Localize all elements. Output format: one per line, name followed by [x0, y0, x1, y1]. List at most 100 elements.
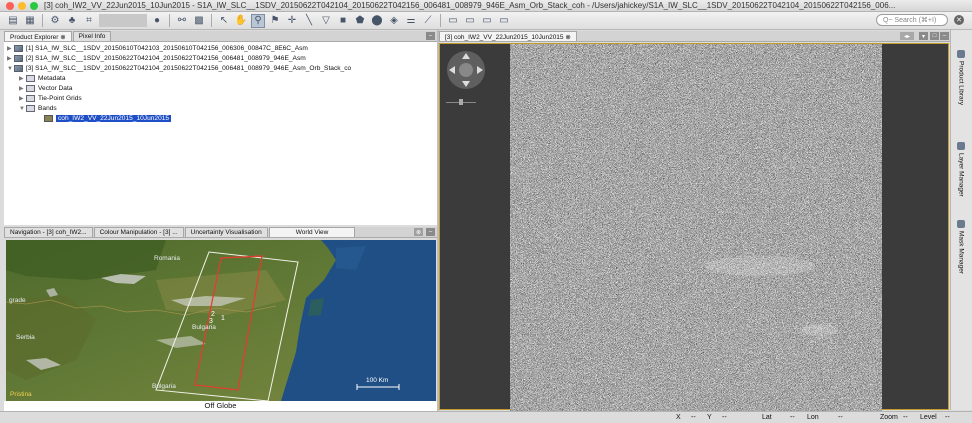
tree-node-label: Metadata — [38, 75, 66, 82]
product-icon — [14, 65, 23, 72]
footprint-label: 2 — [211, 311, 215, 318]
window-titlebar: [3] coh_IW2_VV_22Jun2015_10Jun2015 - S1A… — [0, 0, 972, 12]
gcp-tool-icon[interactable]: ✛ — [285, 14, 299, 28]
tab-layer-manager[interactable]: Layer Manager — [957, 142, 965, 197]
expand-arrow-icon[interactable]: ▶ — [7, 45, 14, 52]
window-list-icon[interactable]: ▾ — [919, 32, 928, 40]
product-item[interactable]: ▼ [3] S1A_IW_SLC__1SDV_20150622T042104_2… — [7, 64, 351, 73]
toolbar-separator — [169, 14, 170, 27]
window-controls — [6, 1, 38, 10]
product-icon — [14, 45, 23, 52]
toolbar-separator — [42, 14, 43, 27]
sync-views-icon[interactable]: ▭ — [463, 14, 477, 28]
polygon-draw-icon[interactable]: ⬟ — [353, 14, 367, 28]
product-icon — [14, 55, 23, 62]
tree-node[interactable]: ▼ Bands — [19, 104, 57, 113]
close-window-button[interactable] — [6, 1, 14, 10]
tree-node-label: Bands — [38, 105, 57, 112]
range-finder-icon[interactable]: ⚌ — [404, 14, 418, 28]
tab-close-icon[interactable]: ⊗ — [414, 228, 423, 236]
pan-rotate-icon[interactable] — [446, 50, 486, 90]
sync-cursor-icon[interactable]: ▭ — [446, 14, 460, 28]
batch-processing-icon[interactable]: ▩ — [192, 14, 206, 28]
tree-node[interactable]: ▶ Metadata — [19, 74, 66, 83]
folder-icon — [26, 75, 35, 82]
tree-node[interactable]: ▶ Vector Data — [19, 84, 72, 93]
folder-icon — [26, 85, 35, 92]
footprint-label: 1 — [221, 315, 225, 322]
folder-icon — [26, 95, 35, 102]
filter-icon[interactable]: ♣ — [65, 14, 79, 28]
clear-search-icon[interactable]: ✕ — [954, 15, 964, 25]
globe-caption: Off Globe — [4, 401, 437, 411]
tile-windows-icon[interactable]: ▭ — [480, 14, 494, 28]
tab-pixel-info[interactable]: Pixel Info — [72, 31, 112, 41]
magic-wand-icon[interactable]: ◈ — [387, 14, 401, 28]
status-lat-value: -- — [790, 414, 795, 421]
expand-arrow-icon[interactable]: ▶ — [19, 75, 26, 82]
globe-icon[interactable]: ● — [150, 14, 164, 28]
zoom-tool-icon[interactable]: ⚲ — [251, 13, 265, 28]
zoom-slider[interactable] — [446, 99, 476, 105]
status-lat-label: Lat — [762, 414, 772, 421]
folder-icon — [26, 105, 35, 112]
tab-world-view[interactable]: World View — [268, 227, 356, 237]
tab-product-library[interactable]: Product Library — [957, 50, 965, 105]
product-label: [3] S1A_IW_SLC__1SDV_20150622T042104_201… — [26, 65, 352, 72]
pan-tool-icon[interactable]: ✋ — [234, 14, 248, 28]
expand-arrow-icon[interactable]: ▶ — [19, 95, 26, 102]
graph-builder-icon[interactable]: ⚯ — [175, 14, 189, 28]
image-view[interactable] — [439, 43, 949, 411]
open-product-icon[interactable]: ▤ — [6, 14, 20, 28]
navigation-control[interactable] — [446, 50, 486, 90]
panel-minimize-icon[interactable]: – — [426, 32, 435, 40]
band-icon — [44, 115, 53, 122]
status-zoom-value: -- — [903, 414, 908, 421]
ellipse-draw-icon[interactable]: ⬤ — [370, 14, 384, 28]
brush-icon[interactable]: ⟋ — [421, 14, 435, 28]
pin-tool-icon[interactable]: ⚑ — [268, 14, 282, 28]
search-input[interactable]: Q~ Search (⌘+I) — [876, 14, 948, 26]
rectangle-draw-icon[interactable]: ■ — [336, 14, 350, 28]
product-item[interactable]: ▶ [2] S1A_IW_SLC__1SDV_20150622T042104_2… — [7, 54, 306, 63]
prev-window-icon[interactable]: ◂▸ — [900, 32, 914, 40]
map-label-serbia: Serbia — [16, 334, 35, 341]
panel-minimize-icon[interactable]: – — [426, 228, 435, 236]
collapse-arrow-icon[interactable]: ▼ — [7, 66, 14, 72]
band-maths-icon[interactable]: ⚙ — [48, 14, 62, 28]
expand-arrow-icon[interactable]: ▶ — [7, 55, 14, 62]
tile-horizontal-icon[interactable]: ▭ — [497, 14, 511, 28]
expand-arrow-icon[interactable]: ▶ — [19, 85, 26, 92]
world-view-map[interactable]: Romania grade Serbia Bulgaria Bulgaria P… — [6, 240, 436, 401]
panel-minimize-icon[interactable]: – — [940, 32, 949, 40]
map-label-belgrade: grade — [9, 297, 26, 304]
map-scale-label: 100 Km — [366, 377, 389, 384]
status-level-value: -- — [945, 414, 950, 421]
status-y-label: Y — [707, 414, 712, 421]
maximize-icon[interactable]: □ — [930, 32, 939, 40]
line-draw-icon[interactable]: ╲ — [302, 14, 316, 28]
tab-colour-manipulation[interactable]: Colour Manipulation - [3] ... — [93, 227, 184, 237]
tab-mask-manager[interactable]: Mask Manager — [957, 220, 965, 274]
polyline-draw-icon[interactable]: ▽ — [319, 14, 333, 28]
select-tool-icon[interactable]: ↖ — [217, 14, 231, 28]
tab-uncertainty-visualisation[interactable]: Uncertainty Visualisation — [184, 227, 268, 237]
tab-navigation[interactable]: Navigation - [3] coh_IW2... — [4, 227, 93, 237]
map-label-romania: Romania — [154, 255, 181, 262]
tab-image-view[interactable]: [3] coh_IW2_VV_22Jun2015_10Jun2015 ⊗ — [439, 31, 577, 41]
tree-node[interactable]: ▶ Tie-Point Grids — [19, 94, 82, 103]
save-product-icon[interactable]: ▦ — [23, 14, 37, 28]
layer-manager-icon — [957, 142, 965, 150]
status-zoom-label: Zoom — [880, 414, 898, 421]
minimize-window-button[interactable] — [18, 1, 26, 10]
band-item[interactable]: coh_IW2_VV_22Jun2015_10Jun2015 — [44, 114, 172, 123]
map-label-bulgaria-center: Bulgaria — [192, 324, 216, 331]
product-item[interactable]: ▶ [1] S1A_IW_SLC__1SDV_20150610T042103_2… — [7, 44, 308, 53]
grid-tool-icon[interactable]: ⌗ — [82, 14, 96, 28]
tab-product-explorer[interactable]: Product Explorer ⊗ — [4, 31, 72, 41]
image-view-tabs: [3] coh_IW2_VV_22Jun2015_10Jun2015 ⊗ ◂▸ … — [439, 31, 950, 42]
collapse-arrow-icon[interactable]: ▼ — [19, 106, 26, 112]
zoom-window-button[interactable] — [30, 1, 38, 10]
bottom-panel-tabs: Navigation - [3] coh_IW2... Colour Manip… — [4, 227, 437, 238]
toolbar-separator — [211, 14, 212, 27]
